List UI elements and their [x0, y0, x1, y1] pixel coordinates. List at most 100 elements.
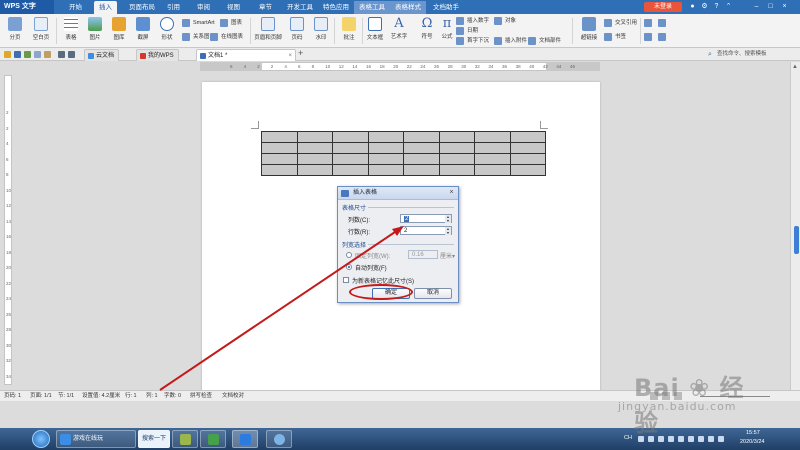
tab-document1[interactable]: 文档1 * × — [196, 49, 296, 61]
page-number-button[interactable]: 页码 — [284, 16, 310, 46]
comment-button[interactable]: 批注 — [336, 16, 362, 46]
table-cell[interactable] — [367, 153, 404, 165]
minimize-icon[interactable]: – — [752, 2, 761, 11]
dialog-close-icon[interactable]: × — [447, 189, 456, 197]
picture-button[interactable]: 图片 — [82, 16, 108, 46]
table-cell[interactable] — [367, 164, 404, 176]
textbox-button[interactable]: 文本框 — [362, 16, 388, 46]
bookmark-button[interactable]: 书签 — [604, 32, 626, 42]
misc-icon-2[interactable] — [658, 18, 669, 28]
redo-icon[interactable] — [68, 51, 75, 58]
spin-down-icon[interactable]: ▼ — [445, 231, 451, 235]
blank-page-button[interactable]: 空白页 — [28, 16, 54, 46]
tab-review[interactable]: 审阅 — [192, 1, 215, 14]
remember-size-checkbox[interactable] — [343, 277, 349, 283]
attach-button[interactable]: 插入附件 — [494, 36, 527, 46]
taskbar-browser[interactable]: 游戏在线玩 — [56, 430, 136, 448]
status-words[interactable]: 字数: 0 — [164, 391, 181, 401]
taskbar-wps[interactable] — [232, 430, 258, 448]
new-tab-icon[interactable]: + — [298, 48, 303, 58]
folder-icon[interactable] — [4, 51, 11, 58]
table-cell[interactable] — [438, 131, 475, 143]
table-cell[interactable] — [296, 153, 333, 165]
tab-features[interactable]: 特色应用 — [318, 1, 354, 14]
chart-button[interactable]: 图表 — [220, 18, 242, 28]
undo-icon[interactable] — [58, 51, 65, 58]
cols-input[interactable]: 2 ▲ ▼ — [400, 214, 452, 223]
table-cell[interactable] — [332, 153, 369, 165]
login-button[interactable]: 未登录 — [644, 2, 682, 12]
taskbar-app-2[interactable] — [200, 430, 226, 448]
insert-number-button[interactable]: 插入数字 — [456, 16, 489, 26]
screenshot-button[interactable]: 截屏 — [130, 16, 156, 46]
relation-map-button[interactable]: 关系图 — [182, 32, 210, 42]
table-cell[interactable] — [296, 142, 333, 154]
header-footer-button[interactable]: 页眉和页脚 — [252, 16, 284, 46]
table-cell[interactable] — [403, 142, 440, 154]
table-cell[interactable] — [332, 131, 369, 143]
tab-chapter[interactable]: 章节 — [254, 1, 277, 14]
tab-table-style[interactable]: 表格样式 — [390, 1, 426, 14]
save-icon[interactable] — [14, 51, 21, 58]
online-chart-button[interactable]: 在线图表 — [210, 32, 243, 42]
status-doc-check[interactable]: 文档校对 — [222, 391, 244, 401]
fixed-width-radio[interactable] — [346, 252, 352, 258]
table-cell[interactable] — [474, 131, 511, 143]
cross-ref-button[interactable]: 交叉引用 — [604, 18, 637, 28]
help-icon[interactable]: ? — [712, 2, 721, 11]
tab-table-tools[interactable]: 表格工具 — [354, 1, 390, 14]
table-cell[interactable] — [261, 131, 298, 143]
table-cell[interactable] — [509, 142, 546, 154]
lang-indicator[interactable]: CH — [624, 435, 632, 441]
tab-my-wps[interactable]: 我的WPS — [136, 49, 179, 61]
object-button[interactable]: 对象 — [494, 16, 516, 26]
tab-references[interactable]: 引用 — [162, 1, 185, 14]
auto-width-radio[interactable] — [346, 264, 352, 270]
close-icon[interactable]: × — [780, 2, 789, 11]
table-cell[interactable] — [403, 153, 440, 165]
taskbar-app-3[interactable] — [266, 430, 292, 448]
gallery-button[interactable]: 图库 — [106, 16, 132, 46]
table-cell[interactable] — [367, 131, 404, 143]
scroll-up-icon[interactable]: ▲ — [791, 63, 799, 71]
misc-icon-4[interactable] — [658, 32, 669, 42]
taskbar-search[interactable]: 搜索一下 — [138, 430, 170, 448]
command-search[interactable]: ⌕ 查找命令、搜索模板 — [708, 49, 798, 60]
clock-date[interactable]: 2020/3/24 — [740, 439, 764, 445]
date-button[interactable]: 日期 — [456, 26, 478, 36]
settings-icon[interactable]: ⚙ — [700, 2, 709, 11]
smartart-button[interactable]: SmartArt — [182, 18, 215, 28]
table-cell[interactable] — [261, 142, 298, 154]
misc-icon-1[interactable] — [644, 18, 655, 28]
format-painter-icon[interactable] — [44, 51, 51, 58]
cancel-button[interactable]: 取消 — [414, 288, 452, 299]
table-cell[interactable] — [261, 164, 298, 176]
shape-button[interactable]: 形状 — [154, 16, 180, 46]
table-cell[interactable] — [509, 153, 546, 165]
vertical-ruler[interactable] — [4, 75, 12, 385]
tab-view[interactable]: 视图 — [222, 1, 245, 14]
table-button[interactable]: 表格 — [58, 16, 84, 46]
print-icon[interactable] — [24, 51, 31, 58]
spin-down-icon[interactable]: ▼ — [445, 219, 451, 223]
tab-home[interactable]: 开始 — [64, 1, 87, 14]
taskbar-app-1[interactable] — [172, 430, 198, 448]
status-spellcheck[interactable]: 拼写检查 — [190, 391, 212, 401]
preview-icon[interactable] — [34, 51, 41, 58]
table-cell[interactable] — [438, 164, 475, 176]
tab-close-icon[interactable]: × — [288, 50, 292, 62]
misc-icon-3[interactable] — [644, 32, 655, 42]
watermark-button[interactable]: 水印 — [308, 16, 334, 46]
ribbon-collapse-icon[interactable]: ⌃ — [724, 2, 733, 11]
table-cell[interactable] — [403, 131, 440, 143]
restore-icon[interactable]: □ — [766, 2, 775, 11]
table-cell[interactable] — [474, 142, 511, 154]
table-cell[interactable] — [367, 142, 404, 154]
tab-page-layout[interactable]: 页面布局 — [124, 1, 160, 14]
table-cell[interactable] — [332, 164, 369, 176]
tab-cloud-docs[interactable]: 云文档 — [84, 49, 120, 61]
width-unit-select[interactable]: 厘米▾ — [440, 251, 455, 260]
start-button[interactable] — [32, 430, 50, 448]
table-cell[interactable] — [509, 164, 546, 176]
first-drop-button[interactable]: 首字下沉 — [456, 36, 489, 46]
